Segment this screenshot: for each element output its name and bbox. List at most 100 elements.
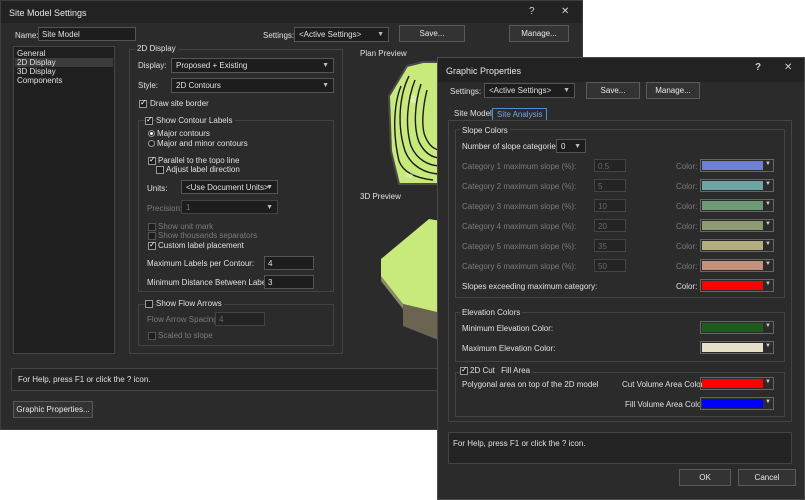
chevron-down-icon: ▼ (563, 87, 570, 94)
category-1-color-label: Color: (676, 162, 698, 171)
num-slope-combo-value: 0 (561, 142, 566, 151)
window-title: Site Model Settings (9, 8, 87, 18)
category-4-color-picker[interactable]: ▼ (700, 219, 774, 232)
scaled-to-slope-checkbox[interactable] (148, 332, 156, 340)
parallel-topo-checkbox[interactable] (148, 155, 156, 165)
max-labels-label: Maximum Labels per Contour: (147, 259, 255, 268)
precision-combo[interactable]: 1 ▼ (181, 200, 278, 214)
chevron-down-icon: ▼ (765, 261, 771, 267)
fill-color-picker[interactable]: ▼ (700, 397, 774, 410)
show-flow-arrows-checkbox[interactable] (145, 300, 153, 308)
chevron-down-icon: ▼ (377, 31, 384, 38)
category-1-color-picker[interactable]: ▼ (700, 159, 774, 172)
exceeding-color-label: Color: (676, 282, 698, 291)
min-elev-swatch (702, 323, 763, 332)
max-elev-label: Maximum Elevation Color: (462, 344, 556, 353)
manage-button[interactable]: Manage... (646, 82, 700, 99)
nav-item-2d-display[interactable]: 2D Display (17, 58, 56, 67)
close-icon[interactable]: ✕ (784, 62, 792, 73)
category-6-color-picker[interactable]: ▼ (700, 259, 774, 272)
adjust-label-checkbox[interactable] (156, 166, 164, 174)
name-input[interactable]: Site Model (38, 27, 136, 41)
chevron-down-icon: ▼ (765, 241, 771, 247)
category-2-color-label: Color: (676, 182, 698, 191)
graphic-properties-window: Graphic Properties ? ✕ Settings: <Active… (437, 57, 805, 500)
min-elev-color-picker[interactable]: ▼ (700, 321, 774, 334)
chevron-down-icon: ▼ (322, 62, 329, 69)
flow-spacing-input[interactable]: 4 (215, 312, 265, 326)
manage-button[interactable]: Manage... (509, 25, 569, 42)
chevron-down-icon: ▼ (322, 82, 329, 89)
category-2-input[interactable]: 5 (594, 179, 626, 192)
category-5-color-picker[interactable]: ▼ (700, 239, 774, 252)
nav-item-components[interactable]: Components (17, 76, 62, 85)
category-6-input[interactable]: 50 (594, 259, 626, 272)
num-slope-label: Number of slope categories: (462, 142, 563, 151)
category-3-label: Category 3 maximum slope (%): (462, 202, 577, 211)
display-combo-value: Proposed + Existing (176, 61, 248, 70)
chevron-down-icon: ▼ (266, 184, 273, 191)
major-contours-radio[interactable] (148, 130, 155, 137)
settings-combo[interactable]: <Active Settings> ▼ (294, 27, 389, 42)
help-icon[interactable]: ? (755, 62, 761, 73)
draw-site-border-checkbox[interactable] (139, 98, 147, 108)
num-slope-combo[interactable]: 0 ▼ (556, 139, 586, 153)
scaled-to-slope-label: Scaled to slope (158, 331, 213, 340)
chevron-down-icon: ▼ (765, 161, 771, 167)
flow-spacing-label: Flow Arrow Spacing: (147, 315, 220, 324)
window-title: Graphic Properties (446, 66, 522, 76)
fill-color-label: Fill Volume Area Color: (625, 400, 707, 409)
settings-combo-value: <Active Settings> (299, 30, 362, 39)
max-labels-input[interactable]: 4 (264, 256, 314, 270)
cut-fill-desc: Polygonal area on top of the 2D model (462, 380, 599, 389)
title-bar (1, 1, 582, 23)
max-elev-swatch (702, 343, 763, 352)
category-1-input[interactable]: 0.5 (594, 159, 626, 172)
slope-colors-title: Slope Colors (460, 126, 510, 135)
chevron-down-icon: ▼ (765, 343, 771, 349)
style-combo[interactable]: 2D Contours ▼ (171, 78, 334, 93)
exceeding-label: Slopes exceeding maximum category: (462, 282, 598, 291)
ok-button[interactable]: OK (679, 469, 731, 486)
exceeding-color-picker[interactable]: ▼ (700, 279, 774, 292)
max-elev-color-picker[interactable]: ▼ (700, 341, 774, 354)
category-3-input[interactable]: 10 (594, 199, 626, 212)
graphic-properties-button[interactable]: Graphic Properties... (13, 401, 93, 418)
major-minor-contours-label: Major and minor contours (157, 139, 248, 148)
adjust-label-label: Adjust label direction (166, 165, 240, 174)
show-unit-mark-label: Show unit mark (158, 222, 214, 231)
style-combo-value: 2D Contours (176, 81, 221, 90)
category-1-swatch (702, 161, 763, 170)
cut-color-picker[interactable]: ▼ (700, 377, 774, 390)
category-4-swatch (702, 221, 763, 230)
settings-combo[interactable]: <Active Settings> ▼ (484, 83, 575, 98)
category-3-color-picker[interactable]: ▼ (700, 199, 774, 212)
show-unit-mark-checkbox[interactable] (148, 223, 156, 231)
cancel-button[interactable]: Cancel (738, 469, 796, 486)
save-button[interactable]: Save... (399, 25, 465, 42)
3d-preview (381, 219, 441, 341)
nav-item-3d-display[interactable]: 3D Display (17, 67, 56, 76)
major-minor-contours-radio[interactable] (148, 140, 155, 147)
units-combo[interactable]: <Use Document Units> ▼ (181, 180, 278, 194)
category-5-input[interactable]: 35 (594, 239, 626, 252)
section-title: 2D Display (135, 44, 178, 53)
custom-label-placement-checkbox[interactable] (148, 240, 156, 250)
cut-fill-checkbox[interactable] (460, 365, 468, 375)
category-4-input[interactable]: 20 (594, 219, 626, 232)
close-icon[interactable]: ✕ (561, 6, 569, 17)
min-distance-input[interactable]: 3 (264, 275, 314, 289)
show-contour-labels-label: Show Contour Labels (156, 116, 235, 125)
help-icon[interactable]: ? (529, 6, 535, 17)
save-button[interactable]: Save... (586, 82, 640, 99)
chevron-down-icon: ▼ (765, 281, 771, 287)
category-2-color-picker[interactable]: ▼ (700, 179, 774, 192)
show-contour-labels-checkbox[interactable] (145, 115, 153, 125)
name-label: Name: (15, 31, 39, 40)
units-combo-value: <Use Document Units> (186, 183, 269, 192)
chevron-down-icon: ▼ (765, 399, 771, 405)
show-thousands-checkbox[interactable] (148, 232, 156, 240)
tab-site-model[interactable]: Site Model (450, 108, 496, 120)
nav-item-general[interactable]: General (17, 49, 45, 58)
display-combo[interactable]: Proposed + Existing ▼ (171, 58, 334, 73)
